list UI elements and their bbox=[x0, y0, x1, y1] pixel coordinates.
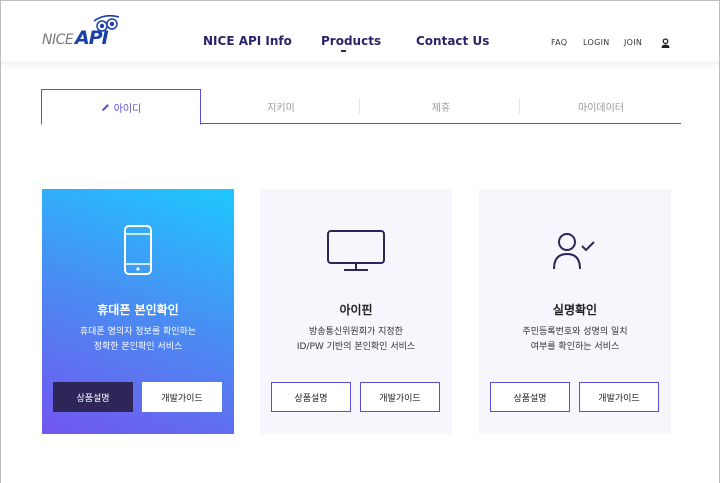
nav-active-indicator bbox=[341, 50, 346, 52]
tab-divider bbox=[359, 98, 360, 114]
pencil-icon bbox=[101, 103, 109, 111]
dev-guide-button[interactable]: 개발가이드 bbox=[360, 382, 440, 412]
card-description: 휴대폰 명의자 정보를 확인하는 정확한 본인확인 서비스 bbox=[42, 325, 234, 355]
card-desc-line: ID/PW 기반의 본인확인 서비스 bbox=[296, 342, 416, 352]
tab-label: 제휴 bbox=[431, 103, 451, 114]
card-icon-wrap bbox=[479, 231, 671, 271]
nice-api-logo[interactable]: NICE API bbox=[42, 15, 122, 49]
tab-guardian[interactable]: 지키미 bbox=[201, 89, 361, 124]
tab-label: 지키미 bbox=[267, 103, 295, 114]
card-title: 휴대폰 본인확인 bbox=[97, 303, 179, 317]
product-card-realname: 실명확인 주민등록번호와 성명의 일치 여부를 확인하는 서비스 상품설명 개발… bbox=[479, 189, 671, 434]
card-icon-wrap bbox=[42, 225, 234, 275]
tab-label: 마이데이터 bbox=[578, 103, 624, 114]
phone-icon bbox=[124, 225, 152, 275]
product-info-button[interactable]: 상품설명 bbox=[53, 382, 133, 412]
faq-link[interactable]: FAQ bbox=[551, 38, 567, 47]
dev-guide-button[interactable]: 개발가이드 bbox=[142, 382, 222, 412]
card-desc-line: 주민등록번호와 성명의 일치 bbox=[522, 327, 628, 337]
card-description: 주민등록번호와 성명의 일치 여부를 확인하는 서비스 bbox=[479, 325, 671, 355]
dev-guide-button[interactable]: 개발가이드 bbox=[579, 382, 659, 412]
user-icon[interactable] bbox=[660, 38, 671, 49]
product-card-ipin: 아이핀 방송통신위원회가 지정한 ID/PW 기반의 본인확인 서비스 상품설명… bbox=[260, 189, 452, 434]
card-title: 아이핀 bbox=[339, 303, 373, 317]
card-desc-line: 여부를 확인하는 서비스 bbox=[530, 342, 620, 352]
join-link[interactable]: JOIN bbox=[624, 38, 642, 47]
tab-id[interactable]: 아이디 bbox=[41, 89, 201, 125]
user-check-icon bbox=[553, 233, 595, 270]
product-info-button[interactable]: 상품설명 bbox=[490, 382, 570, 412]
card-icon-wrap bbox=[260, 229, 452, 273]
page-frame: NICE API NICE API Info Products Contact … bbox=[0, 0, 720, 483]
logo-text-nice: NICE bbox=[42, 32, 74, 48]
card-title: 실명확인 bbox=[552, 303, 598, 317]
card-desc-line: 휴대폰 명의자 정보를 확인하는 bbox=[79, 327, 197, 337]
nav-contact-us[interactable]: Contact Us bbox=[416, 34, 489, 48]
card-description: 방송통신위원회가 지정한 ID/PW 기반의 본인확인 서비스 bbox=[260, 325, 452, 355]
tab-mydata[interactable]: 마이데이터 bbox=[521, 89, 681, 124]
product-card-phone: 휴대폰 본인확인 휴대폰 명의자 정보를 확인하는 정확한 본인확인 서비스 상… bbox=[42, 189, 234, 434]
tab-divider bbox=[519, 98, 520, 114]
login-link[interactable]: LOGIN bbox=[583, 38, 610, 47]
nav-nice-api-info[interactable]: NICE API Info bbox=[203, 34, 292, 48]
monitor-icon bbox=[327, 230, 385, 271]
nav-products[interactable]: Products bbox=[321, 34, 381, 48]
product-info-button[interactable]: 상품설명 bbox=[271, 382, 351, 412]
card-desc-line: 방송통신위원회가 지정한 bbox=[309, 327, 403, 337]
logo-text-api: API bbox=[75, 27, 109, 49]
site-header: NICE API NICE API Info Products Contact … bbox=[1, 1, 719, 63]
tab-partnership[interactable]: 제휴 bbox=[361, 89, 521, 124]
card-desc-line: 정확한 본인확인 서비스 bbox=[93, 342, 183, 352]
product-tabs: 아이디 지키미 제휴 마이데이터 bbox=[41, 89, 681, 125]
tab-label: 아이디 bbox=[113, 103, 142, 115]
